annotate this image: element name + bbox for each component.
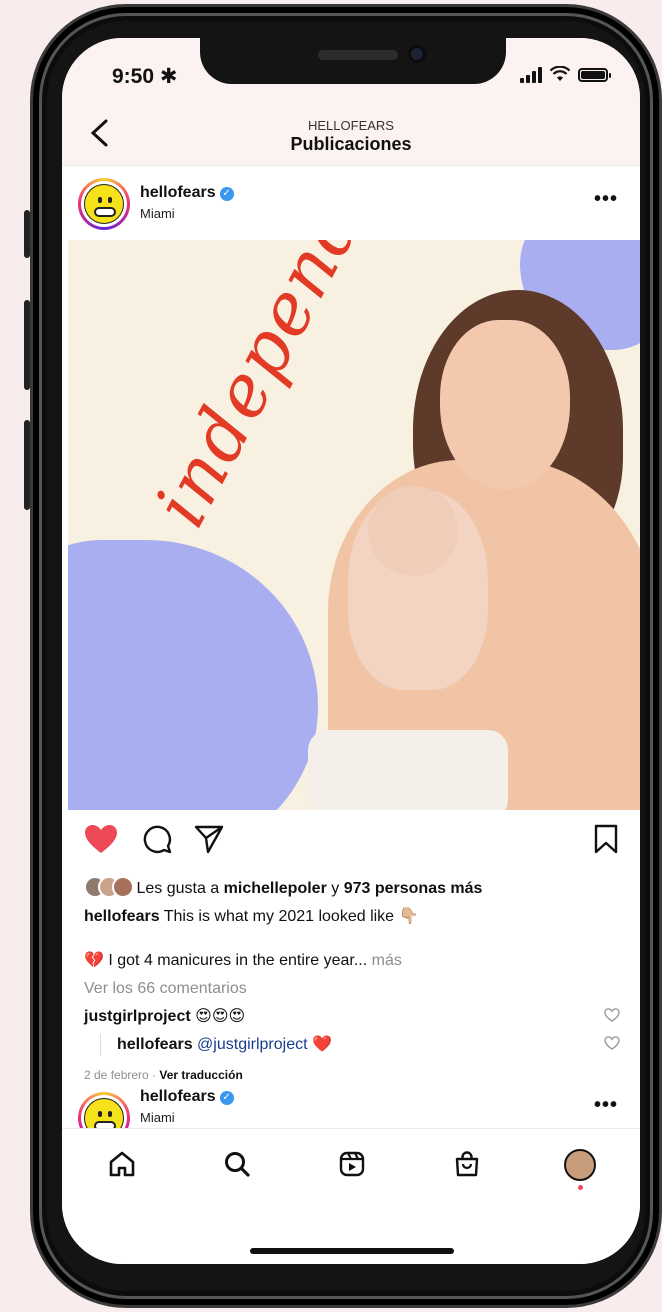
battery-level — [581, 71, 605, 79]
meta-separator: · — [152, 1068, 157, 1082]
post-date: 2 de febrero — [84, 1068, 149, 1082]
avatar[interactable] — [78, 178, 130, 230]
post-username[interactable]: hellofears ✓ — [140, 184, 234, 202]
battery-icon — [578, 68, 611, 82]
next-post-header: hellofears ✓ Miami ••• — [62, 1088, 640, 1128]
post-location[interactable]: Miami — [140, 206, 175, 221]
comment-icon[interactable] — [142, 824, 172, 858]
front-camera — [408, 45, 426, 63]
reels-icon[interactable] — [332, 1149, 372, 1189]
reply-username[interactable]: hellofears — [117, 1036, 193, 1053]
comment-username[interactable]: justgirlproject — [84, 1008, 191, 1025]
translate-link[interactable]: Ver traducción — [159, 1068, 242, 1082]
post-meta: 2 de febrero · Ver traducción — [84, 1064, 624, 1086]
verified-badge-icon: ✓ — [219, 187, 234, 201]
screen: 9:50 ✱ HELLOFEARS Publicaciones hellofea… — [62, 38, 640, 1264]
caption-line-2-text: 💔 I got 4 manicures in the entire year..… — [84, 952, 368, 969]
likes-line: Les gusta a michellepoler y 973 personas… — [84, 876, 624, 905]
notification-dot — [577, 1185, 583, 1190]
photo-pants — [308, 730, 508, 810]
likes-prefix: Les gusta a — [136, 880, 220, 897]
next-post-username[interactable]: hellofears ✓ — [140, 1088, 234, 1106]
reply-like-icon[interactable] — [604, 1036, 620, 1054]
profile-tab[interactable] — [560, 1145, 600, 1190]
home-indicator[interactable] — [250, 1248, 454, 1254]
more-options-icon[interactable]: ••• — [594, 188, 618, 211]
photo-baby-head — [368, 486, 458, 576]
wifi-icon — [549, 65, 571, 84]
grimace-emoji-icon — [84, 184, 124, 224]
grimace-emoji-icon — [84, 1098, 124, 1128]
next-more-options-icon[interactable]: ••• — [594, 1094, 618, 1117]
photo-face — [440, 320, 570, 490]
decorative-blob — [68, 540, 318, 810]
likes-others-link[interactable]: 973 personas más — [344, 880, 483, 897]
share-icon[interactable] — [194, 824, 224, 858]
caption-more-link[interactable]: más — [372, 952, 402, 969]
next-avatar[interactable] — [78, 1092, 130, 1128]
liker-avatars[interactable] — [84, 876, 134, 905]
likes-conj: y — [331, 880, 340, 897]
save-bookmark-icon[interactable] — [594, 824, 618, 858]
reply-row: hellofears @justgirlproject ❤️ — [100, 1034, 640, 1056]
page-title: Publicaciones — [290, 134, 412, 154]
shop-icon[interactable] — [447, 1149, 487, 1189]
like-heart-icon[interactable] — [84, 824, 118, 858]
home-icon[interactable] — [102, 1149, 142, 1189]
post-header: hellofears ✓ Miami ••• — [62, 166, 640, 240]
caption-text: This is what my 2021 looked like 👇🏼 — [163, 908, 419, 925]
comment-like-icon[interactable] — [604, 1008, 620, 1026]
phone-notch — [200, 38, 506, 84]
post-actions — [62, 810, 640, 872]
status-icons — [520, 65, 611, 84]
reply-emoji: ❤️ — [312, 1036, 332, 1053]
speaker-grille — [318, 50, 398, 60]
verified-badge-icon: ✓ — [219, 1091, 234, 1105]
comment-text: 😍😍😍 — [195, 1008, 246, 1025]
caption: hellofears This is what my 2021 looked l… — [84, 906, 624, 928]
comment-row: justgirlproject 😍😍😍 — [84, 1006, 624, 1028]
bottom-nav — [62, 1128, 640, 1208]
reply-mention-link[interactable]: @justgirlproject — [197, 1036, 308, 1053]
view-comments-link[interactable]: Ver los 66 comentarios — [84, 978, 624, 1000]
search-icon[interactable] — [217, 1149, 257, 1189]
caption-line-2: 💔 I got 4 manicures in the entire year..… — [84, 950, 624, 972]
header-subtitle: HELLOFEARS — [308, 118, 394, 133]
profile-avatar — [564, 1149, 596, 1181]
caption-username[interactable]: hellofears — [84, 908, 160, 925]
post-image[interactable]: independence — [68, 240, 640, 810]
signal-icon — [520, 67, 542, 83]
next-post-location[interactable]: Miami — [140, 1110, 175, 1125]
page-header: HELLOFEARS Publicaciones — [62, 104, 640, 166]
home-indicator-area — [62, 1208, 640, 1264]
status-time: 9:50 ✱ — [112, 65, 178, 88]
likes-user-link[interactable]: michellepoler — [224, 880, 327, 897]
